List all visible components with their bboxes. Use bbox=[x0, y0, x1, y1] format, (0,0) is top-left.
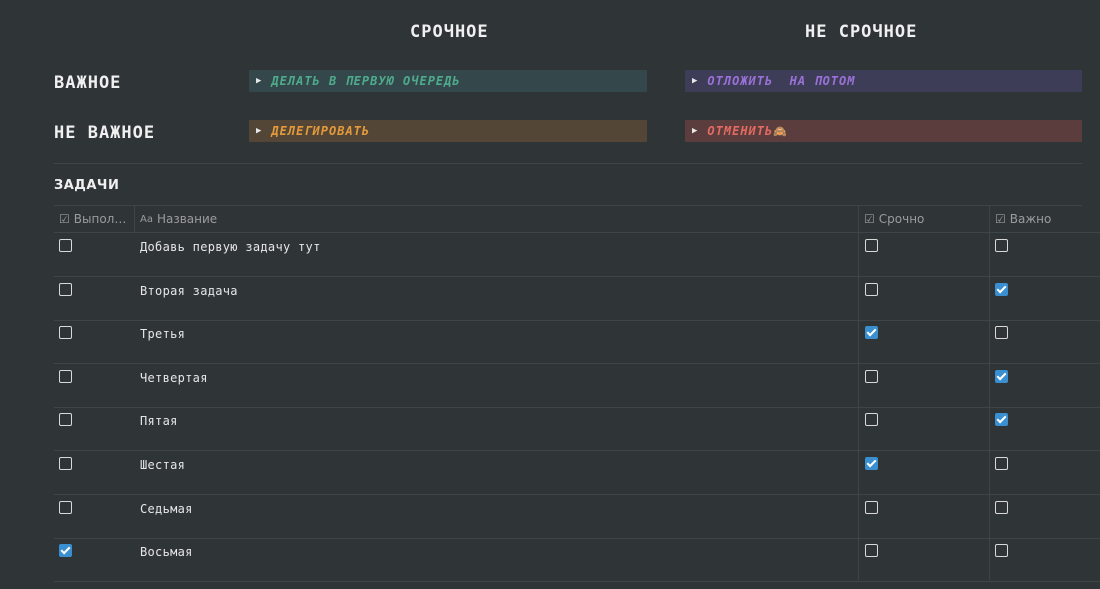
toggle-delegate[interactable]: ▶ ДЕЛЕГИРОВАТЬ bbox=[249, 120, 647, 142]
column-divider bbox=[134, 206, 135, 232]
urgent-checkbox[interactable] bbox=[865, 369, 878, 383]
table-row[interactable]: Восьмая bbox=[54, 538, 1100, 583]
table-row[interactable]: Седьмая bbox=[54, 495, 1100, 539]
urgent-checkbox[interactable] bbox=[865, 413, 878, 427]
task-name[interactable]: Добавь первую задачу тут bbox=[140, 240, 321, 254]
table-row[interactable]: Пятая bbox=[54, 407, 1100, 452]
row-header-important: ВАЖНОЕ bbox=[54, 73, 122, 93]
task-name[interactable]: Пятая bbox=[140, 414, 178, 428]
column-header-urgent: СРОЧНОЕ bbox=[410, 22, 489, 42]
important-checkbox[interactable] bbox=[995, 326, 1008, 340]
column-header-done[interactable]: ☑ Выпол… bbox=[54, 206, 134, 232]
toggle-label: ОТМЕНИТЬ bbox=[707, 124, 774, 138]
toggle-do-first[interactable]: ▶ ДЕЛАТЬ В ПЕРВУЮ ОЧЕРЕДЬ bbox=[249, 70, 647, 92]
urgent-checkbox[interactable] bbox=[865, 500, 878, 514]
done-checkbox[interactable] bbox=[59, 239, 72, 252]
done-checkbox[interactable] bbox=[59, 413, 72, 427]
done-checkbox[interactable] bbox=[59, 544, 72, 558]
toggle-label: ДЕЛАТЬ В ПЕРВУЮ ОЧЕРЕДЬ bbox=[271, 74, 461, 88]
toggle-label: ДЕЛЕГИРОВАТЬ bbox=[271, 124, 371, 138]
table-row[interactable]: Шестая bbox=[54, 451, 1100, 495]
checkbox-property-icon: ☑ bbox=[59, 212, 70, 226]
table-row[interactable]: Добавь первую задачу тут bbox=[54, 233, 1100, 277]
text-property-icon: Aa bbox=[140, 213, 153, 225]
toggle-label: ОТЛОЖИТЬ НА ПОТОМ bbox=[707, 74, 856, 88]
done-checkbox[interactable] bbox=[59, 282, 72, 296]
table-row[interactable]: Четвертая bbox=[54, 364, 1100, 408]
row-divider bbox=[54, 581, 1100, 583]
task-name[interactable]: Восьмая bbox=[140, 545, 193, 559]
column-label: Название bbox=[156, 212, 218, 226]
done-checkbox[interactable] bbox=[59, 369, 72, 383]
column-label: Выпол… bbox=[73, 212, 127, 226]
table-row[interactable]: Третья bbox=[54, 320, 1100, 365]
row-header-not-important: НЕ ВАЖНОЕ bbox=[54, 123, 156, 143]
task-name[interactable]: Седьмая bbox=[140, 502, 193, 516]
database-title: ЗАДАЧИ bbox=[54, 178, 120, 193]
urgent-checkbox[interactable] bbox=[865, 544, 878, 558]
done-checkbox[interactable] bbox=[59, 326, 72, 340]
triangle-right-icon[interactable]: ▶ bbox=[692, 76, 698, 86]
important-checkbox[interactable] bbox=[995, 500, 1008, 514]
checkbox-property-icon: ☑ bbox=[995, 212, 1006, 226]
column-header-name[interactable]: Aa Название bbox=[135, 206, 857, 232]
task-name[interactable]: Вторая задача bbox=[140, 284, 238, 298]
toggle-postpone[interactable]: ▶ ОТЛОЖИТЬ НА ПОТОМ bbox=[685, 70, 1082, 92]
column-header-urgent[interactable]: ☑ Срочно bbox=[859, 206, 989, 232]
task-name[interactable]: Четвертая bbox=[140, 371, 208, 385]
urgent-checkbox[interactable] bbox=[865, 239, 878, 252]
important-checkbox[interactable] bbox=[995, 413, 1008, 427]
task-name[interactable]: Шестая bbox=[140, 458, 185, 472]
toggle-cancel[interactable]: ▶ ОТМЕНИТЬ 🙈 bbox=[685, 120, 1082, 142]
urgent-checkbox[interactable] bbox=[865, 282, 878, 296]
urgent-checkbox[interactable] bbox=[865, 457, 878, 470]
important-checkbox[interactable] bbox=[995, 282, 1008, 296]
urgent-checkbox[interactable] bbox=[865, 326, 878, 340]
important-checkbox[interactable] bbox=[995, 239, 1008, 252]
column-label: Срочно bbox=[878, 212, 925, 226]
triangle-right-icon[interactable]: ▶ bbox=[256, 126, 262, 136]
important-checkbox[interactable] bbox=[995, 369, 1008, 383]
important-checkbox[interactable] bbox=[995, 457, 1008, 470]
done-checkbox[interactable] bbox=[59, 457, 72, 470]
important-checkbox[interactable] bbox=[995, 544, 1008, 558]
task-name[interactable]: Третья bbox=[140, 327, 185, 341]
divider bbox=[54, 163, 1082, 164]
column-label: Важно bbox=[1009, 212, 1052, 226]
done-checkbox[interactable] bbox=[59, 500, 72, 514]
see-no-evil-monkey-icon: 🙈 bbox=[773, 124, 788, 138]
column-header-important[interactable]: ☑ Важно bbox=[990, 206, 1100, 232]
column-header-not-urgent: НЕ СРОЧНОЕ bbox=[805, 22, 918, 42]
checkbox-property-icon: ☑ bbox=[864, 212, 875, 226]
table-row[interactable]: Вторая задача bbox=[54, 277, 1100, 321]
triangle-right-icon[interactable]: ▶ bbox=[692, 126, 698, 136]
triangle-right-icon[interactable]: ▶ bbox=[256, 76, 262, 86]
